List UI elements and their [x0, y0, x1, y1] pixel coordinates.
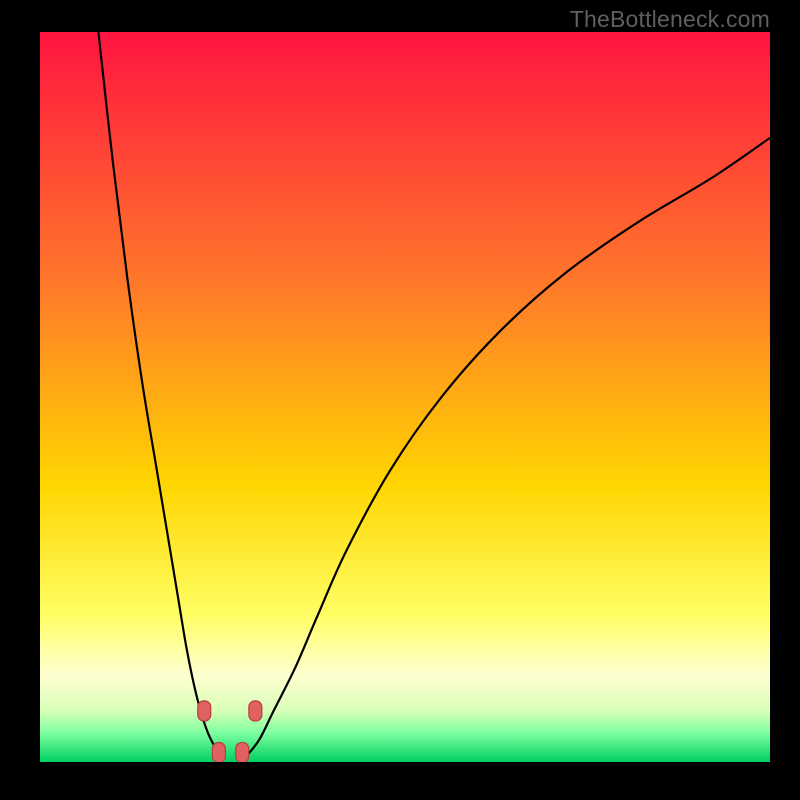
curve-left-branch [98, 32, 222, 758]
bottleneck-curve [40, 32, 770, 762]
curve-right-branch [244, 138, 770, 759]
watermark-text: TheBottleneck.com [570, 6, 770, 33]
plot-area [40, 32, 770, 762]
marker-dot [249, 701, 262, 721]
marker-dot [198, 701, 211, 721]
marker-dot [236, 743, 249, 762]
marker-dot [212, 743, 225, 762]
chart-frame: TheBottleneck.com [0, 0, 800, 800]
